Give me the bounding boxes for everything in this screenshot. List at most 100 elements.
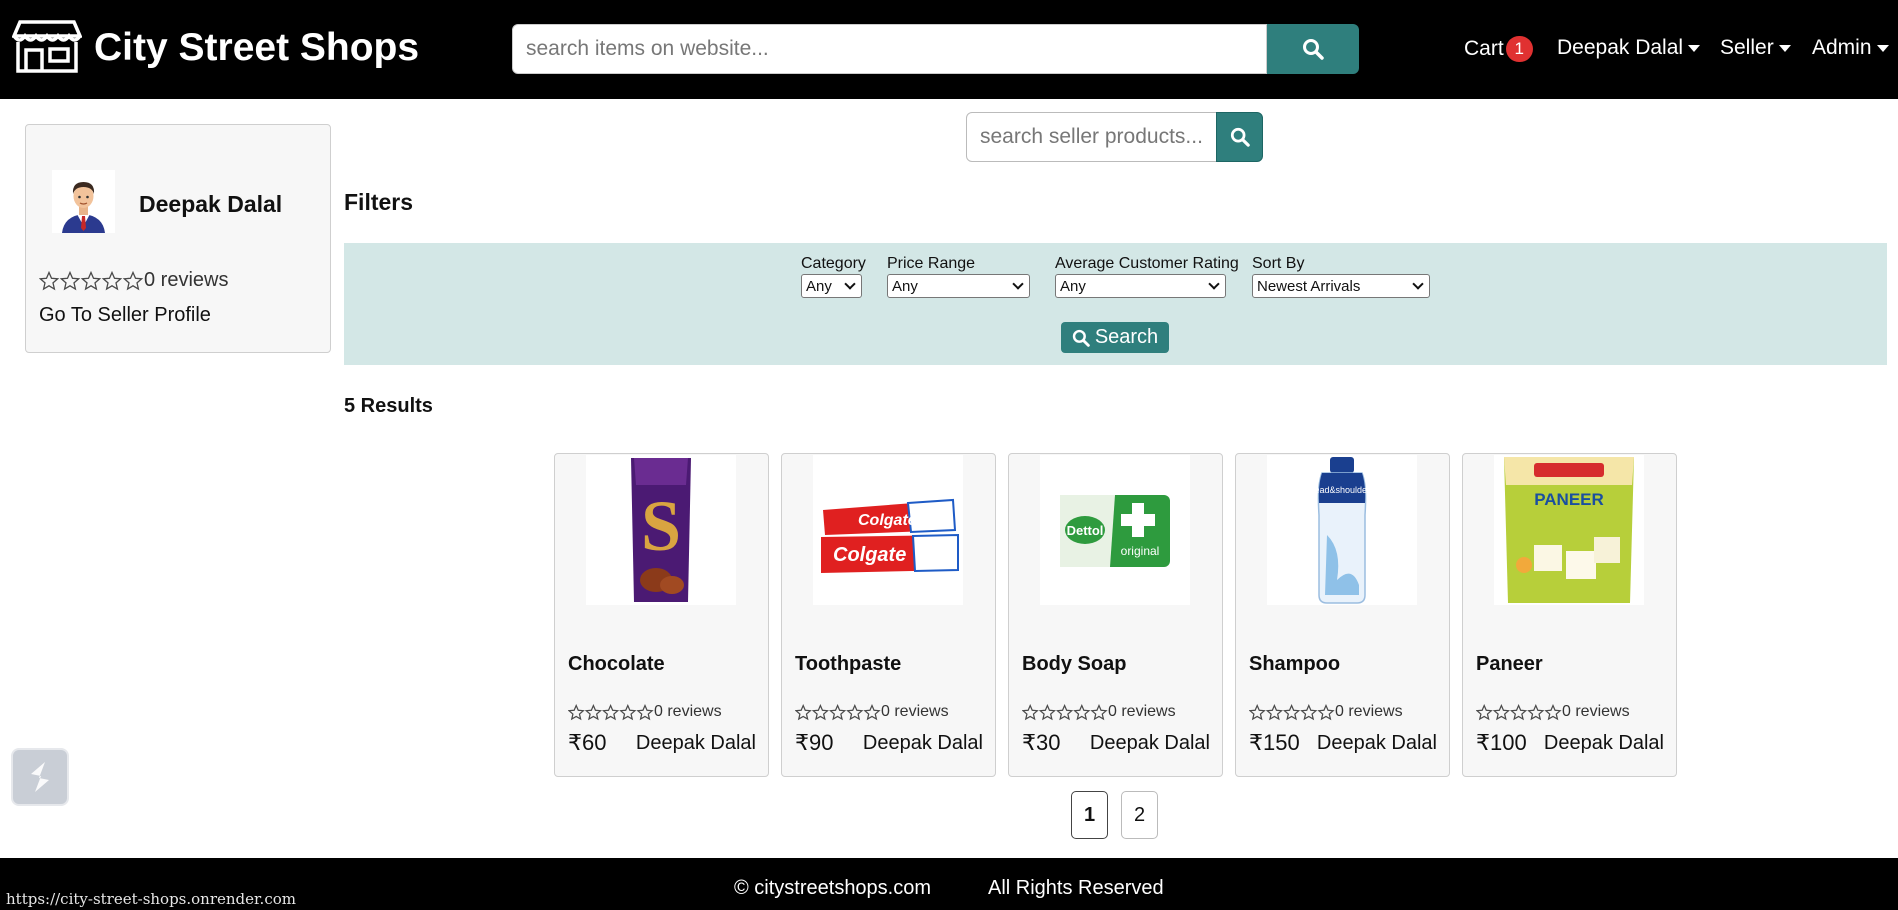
sort-filter: Sort By Newest Arrivals [1252, 255, 1430, 298]
product-card-body-soap[interactable]: Dettol original Body Soap 0 reviews ₹30 … [1008, 453, 1223, 777]
seller-menu-dropdown[interactable]: Seller [1720, 36, 1791, 60]
admin-menu-label: Admin [1812, 36, 1872, 59]
go-to-seller-profile-link[interactable]: Go To Seller Profile [39, 304, 211, 327]
product-image-shampoo[interactable]: head&shoulders [1267, 455, 1417, 605]
chevron-down-icon [1208, 278, 1220, 290]
product-rating: 0 reviews [1249, 703, 1403, 721]
page-button-2[interactable]: 2 [1121, 791, 1158, 839]
category-filter: Category Any [801, 255, 866, 298]
footer-copyright: © citystreetshops.com [734, 877, 932, 899]
product-card-shampoo[interactable]: head&shoulders Shampoo 0 reviews ₹150 De… [1235, 453, 1450, 777]
star-outline-icon [795, 703, 881, 720]
chevron-down-icon [1012, 278, 1024, 290]
top-navbar: City Street Shops Cart 1 Deepak Dalal Se… [0, 0, 1898, 99]
product-rating: 0 reviews [795, 703, 949, 721]
rating-filter: Average Customer Rating Any [1055, 255, 1239, 298]
category-select[interactable]: Any [801, 274, 862, 298]
product-review-count: 0 reviews [1108, 703, 1176, 720]
price-value: Any [892, 277, 918, 295]
brand-name[interactable]: City Street Shops [94, 26, 419, 70]
svg-text:S: S [641, 486, 681, 566]
star-outline-icon [568, 703, 654, 720]
product-card-toothpaste[interactable]: Colgate Colgate Toothpaste 0 reviews ₹90… [781, 453, 996, 777]
product-name[interactable]: Body Soap [1022, 653, 1126, 676]
star-outline-icon [1476, 703, 1562, 720]
seller-info-card: Deepak Dalal 0 reviews Go To Seller Prof… [25, 124, 331, 353]
product-image-chocolate[interactable]: S [586, 455, 736, 605]
filters-heading: Filters [344, 189, 414, 215]
caret-down-icon [1688, 44, 1701, 52]
product-name[interactable]: Shampoo [1249, 653, 1340, 676]
product-seller[interactable]: Deepak Dalal [1544, 732, 1664, 755]
widget-icon [31, 762, 49, 792]
user-menu-label: Deepak Dalal [1557, 36, 1684, 59]
cart-label: Cart [1464, 37, 1504, 60]
svg-text:Colgate: Colgate [858, 512, 917, 529]
product-review-count: 0 reviews [654, 703, 722, 720]
status-bar-url: https://city-street-shops.onrender.com [0, 886, 302, 910]
chevron-down-icon [844, 278, 856, 290]
product-seller[interactable]: Deepak Dalal [1317, 732, 1437, 755]
cart-link[interactable]: Cart 1 [1464, 36, 1533, 62]
search-icon [1072, 329, 1090, 347]
rating-value: Any [1060, 277, 1086, 295]
seller-products-search-button[interactable] [1216, 112, 1263, 162]
sort-label: Sort By [1252, 255, 1305, 272]
filter-bar: Category Any Price Range Any Average Cus… [344, 243, 1887, 365]
footer-rights: All Rights Reserved [988, 877, 1164, 899]
product-seller[interactable]: Deepak Dalal [863, 732, 983, 755]
admin-menu-dropdown[interactable]: Admin [1812, 36, 1889, 60]
product-review-count: 0 reviews [1335, 703, 1403, 720]
product-card-paneer[interactable]: PANEER Paneer 0 reviews ₹100 Deepak Dala… [1462, 453, 1677, 777]
product-name[interactable]: Chocolate [568, 653, 665, 676]
product-review-count: 0 reviews [881, 703, 949, 720]
seller-products-search-input[interactable] [966, 112, 1218, 162]
product-name[interactable]: Toothpaste [795, 653, 901, 676]
price-filter: Price Range Any [887, 255, 1030, 298]
seller-rating: 0 reviews [39, 269, 228, 292]
sort-select[interactable]: Newest Arrivals [1252, 274, 1430, 298]
product-price: ₹60 [568, 730, 607, 755]
search-icon [1230, 127, 1250, 147]
product-image-toothpaste[interactable]: Colgate Colgate [813, 455, 963, 605]
svg-text:Colgate: Colgate [833, 544, 906, 566]
product-rating: 0 reviews [568, 703, 722, 721]
seller-review-count: 0 reviews [144, 269, 229, 291]
product-price: ₹150 [1249, 730, 1300, 755]
rating-select[interactable]: Any [1055, 274, 1226, 298]
results-count: 5 Results [344, 395, 433, 417]
price-select[interactable]: Any [887, 274, 1030, 298]
product-seller[interactable]: Deepak Dalal [1090, 732, 1210, 755]
svg-text:head&shoulders: head&shoulders [1309, 485, 1375, 495]
product-name[interactable]: Paneer [1476, 653, 1543, 676]
star-rating-icons [39, 270, 144, 291]
product-price: ₹90 [795, 730, 834, 755]
seller-name: Deepak Dalal [139, 191, 283, 217]
product-price: ₹30 [1022, 730, 1061, 755]
filter-search-label: Search [1094, 326, 1159, 348]
svg-text:Dettol: Dettol [1067, 523, 1104, 538]
sort-value: Newest Arrivals [1257, 277, 1361, 295]
product-seller[interactable]: Deepak Dalal [636, 732, 756, 755]
star-outline-icon [1022, 703, 1108, 720]
star-outline-icon [1249, 703, 1335, 720]
seller-menu-label: Seller [1720, 36, 1774, 59]
product-rating: 0 reviews [1476, 703, 1630, 721]
floating-widget-button[interactable] [11, 748, 69, 806]
product-image-body-soap[interactable]: Dettol original [1040, 455, 1190, 605]
star-outline-icon [39, 270, 144, 290]
site-search-button[interactable] [1267, 24, 1359, 74]
rating-label: Average Customer Rating [1055, 255, 1239, 272]
page-button-1[interactable]: 1 [1071, 791, 1108, 839]
svg-text:PANEER: PANEER [1534, 490, 1604, 509]
shop-icon[interactable] [12, 18, 82, 74]
product-image-paneer[interactable]: PANEER [1494, 455, 1644, 605]
avatar-icon [52, 170, 115, 233]
site-search-input[interactable] [512, 24, 1267, 74]
user-menu-dropdown[interactable]: Deepak Dalal [1557, 36, 1701, 60]
product-card-chocolate[interactable]: S Chocolate 0 reviews ₹60 Deepak Dalal [554, 453, 769, 777]
filter-search-button[interactable]: Search [1061, 322, 1169, 353]
svg-text:original: original [1121, 544, 1160, 558]
category-label: Category [801, 255, 866, 272]
product-review-count: 0 reviews [1562, 703, 1630, 720]
